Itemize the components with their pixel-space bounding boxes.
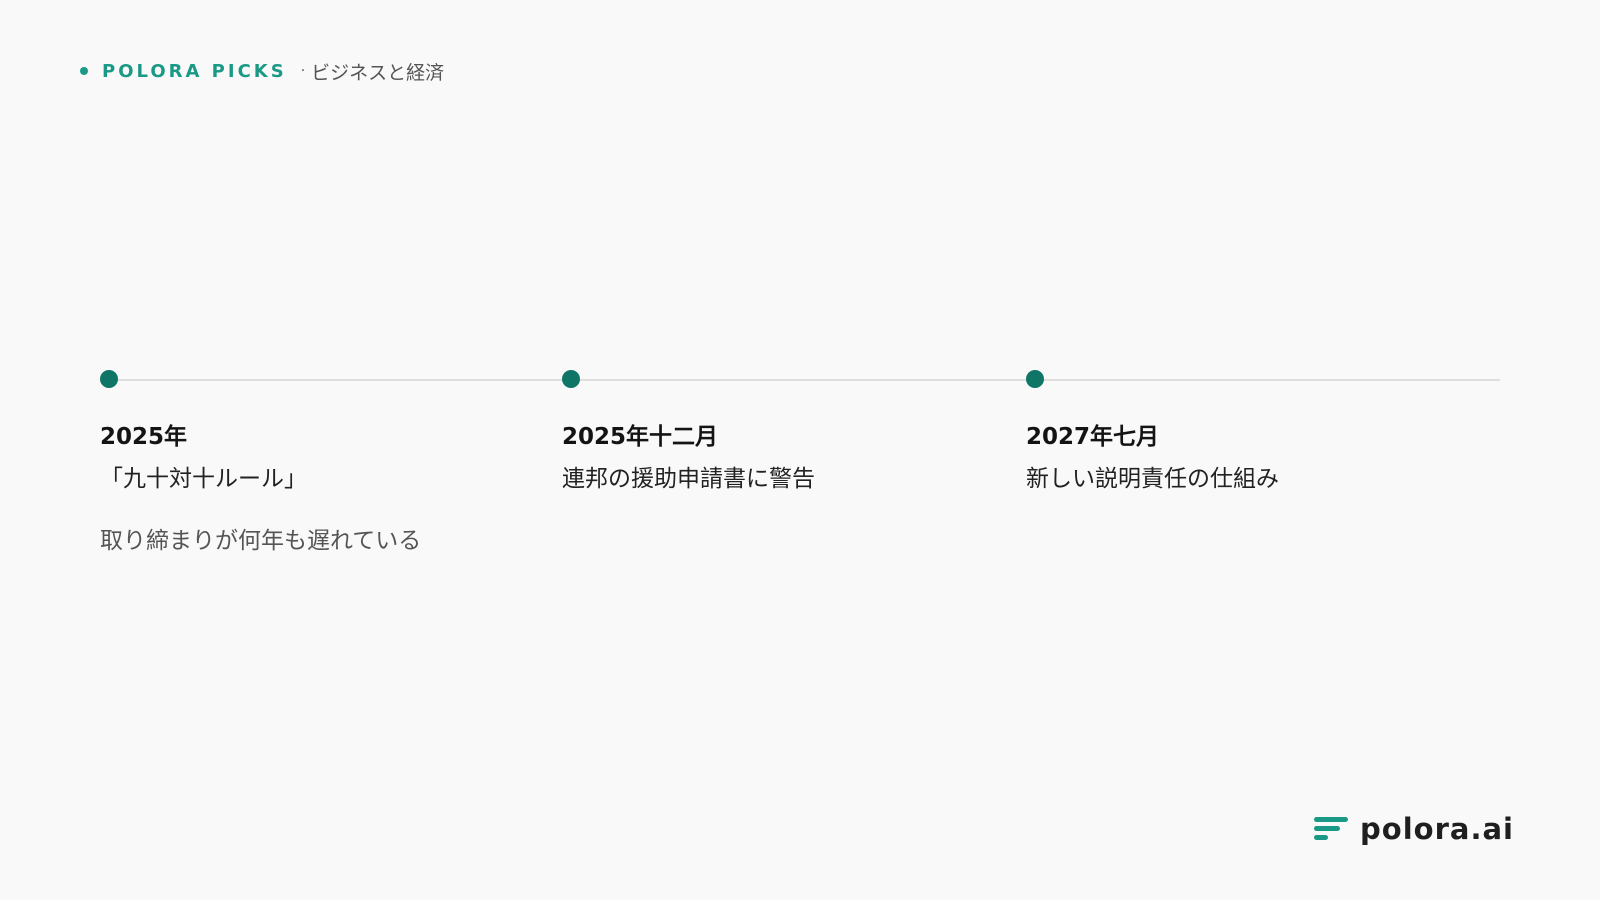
logo-text: polora.ai	[1360, 812, 1514, 846]
page: POLORA PICKS · ビジネスと経済 2025年 「九十対十ルール」 取…	[0, 0, 1600, 900]
polora-logo: polora.ai	[1314, 812, 1514, 846]
milestone-dot-icon	[1026, 370, 1044, 388]
milestone-date: 2027年七月	[1026, 424, 1160, 450]
milestone-2: 2025年十二月 連邦の援助申請書に警告	[562, 370, 1002, 494]
brand-dot-icon	[80, 67, 88, 75]
milestone-1: 2025年 「九十対十ルール」 取り締まりが何年も遅れている	[100, 370, 540, 556]
milestone-description: 取り締まりが何年も遅れている	[100, 528, 422, 554]
polora-logo-icon	[1314, 817, 1349, 841]
milestone-3: 2027年七月 新しい説明責任の仕組み	[1026, 370, 1466, 494]
milestone-date: 2025年	[100, 424, 188, 450]
milestone-dot-icon	[562, 370, 580, 388]
header: POLORA PICKS · ビジネスと経済	[80, 58, 444, 84]
header-separator: ·	[300, 63, 306, 79]
category-label: ビジネスと経済	[311, 61, 445, 84]
timeline: 2025年 「九十対十ルール」 取り締まりが何年も遅れている 2025年十二月 …	[100, 370, 1500, 570]
milestone-date: 2025年十二月	[562, 424, 719, 450]
milestone-dot-icon	[100, 370, 118, 388]
milestone-title: 新しい説明責任の仕組み	[1026, 466, 1279, 492]
milestone-title: 連邦の援助申請書に警告	[562, 466, 815, 492]
milestone-title: 「九十対十ルール」	[100, 466, 307, 492]
brand-label: POLORA PICKS	[102, 60, 287, 82]
